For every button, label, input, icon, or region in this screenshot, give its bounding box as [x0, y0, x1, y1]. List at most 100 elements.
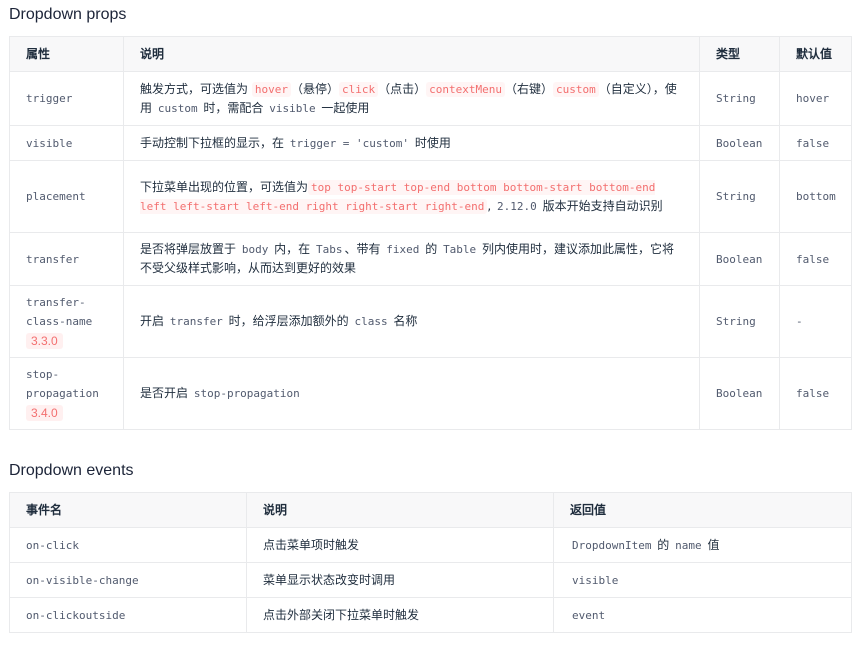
table-row: transfer-class-name 3.3.0 开启 transfer 时，给… [9, 285, 852, 358]
code-token: click [338, 81, 379, 97]
prop-name-text: transfer [26, 252, 79, 266]
inline-code: event [572, 608, 606, 622]
code-token: custom [552, 81, 599, 97]
props-header-desc: 说明 [123, 36, 700, 72]
desc-text: 是否开启 [140, 386, 192, 400]
prop-desc: 开启 transfer 时，给浮层添加额外的 class 名称 [123, 285, 700, 358]
prop-name-text: placement [26, 190, 86, 203]
prop-type: String [699, 285, 780, 358]
desc-text: 开启 [140, 314, 168, 328]
table-row: placement 下拉菜单出现的位置，可选值为 top top-start to… [9, 160, 852, 233]
prop-name: trigger [9, 71, 124, 126]
prop-name-text: trigger [26, 92, 73, 105]
desc-text: 是否将弹层放置于 [140, 242, 240, 256]
desc-text: 版本开始支持自动识别 [538, 198, 663, 213]
prop-default: hover [779, 71, 852, 126]
prop-name: transfer-class-name 3.3.0 [9, 285, 124, 358]
event-return: DropdownItem 的 name 值 [553, 527, 852, 563]
prop-default: - [779, 285, 852, 358]
inline-code: Tabs [315, 243, 343, 256]
prop-name: placement [9, 160, 124, 233]
props-body: trigger 触发方式，可选值为 hover （悬停） click （点击） cont… [9, 71, 852, 430]
inline-code: DropdownItem [572, 538, 652, 552]
table-row: visible 手动控制下拉框的显示，在 trigger = 'custom' … [9, 125, 852, 161]
props-header-name: 属性 [9, 36, 124, 72]
table-row: stop-propagation 3.4.0 是否开启 stop-propagat… [9, 357, 852, 430]
events-header-desc: 说明 [246, 492, 554, 528]
desc-text: 一起使用 [317, 100, 370, 115]
prop-name-text: stop-propagation [26, 367, 99, 400]
inline-code: visible [572, 573, 619, 587]
prop-default: bottom [779, 160, 852, 233]
code-token: hover [251, 81, 291, 97]
desc-text: , [487, 198, 496, 213]
prop-desc: 手动控制下拉框的显示，在 trigger = 'custom' 时使用 [123, 125, 700, 161]
inline-code: fixed [386, 243, 420, 256]
props-table: 属性 说明 类型 默认值 trigger 触发方式，可选值为 hover （悬停）… [9, 36, 852, 430]
event-name: on-visible-change [9, 562, 247, 598]
event-name: on-clickoutside [9, 597, 247, 633]
props-header-row: 属性 说明 类型 默认值 [9, 36, 852, 72]
prop-type: Boolean [699, 357, 780, 430]
prop-desc: 是否开启 stop-propagation [123, 357, 700, 430]
event-desc: 点击外部关闭下拉菜单时触发 [246, 597, 554, 633]
prop-default: false [779, 232, 852, 286]
prop-type: Boolean [699, 125, 780, 161]
table-row: trigger 触发方式，可选值为 hover （悬停） click （点击） cont… [9, 71, 852, 126]
prop-default: false [779, 357, 852, 430]
prop-type: String [699, 160, 780, 233]
desc-text: 名称 [389, 314, 418, 328]
inline-code: body [241, 243, 269, 256]
prop-name: visible [9, 125, 124, 161]
version-badge: 3.4.0 [26, 404, 63, 421]
desc-text: 内，在 [270, 242, 314, 256]
prop-type: Boolean [699, 232, 780, 286]
event-return: event [553, 597, 852, 633]
inline-code: Table [443, 243, 477, 256]
prop-name-text: transfer-class-name [26, 295, 93, 328]
desc-text: （点击） [378, 81, 427, 96]
props-heading: Dropdown props [9, 6, 127, 23]
prop-desc: 是否将弹层放置于 body 内，在 Tabs 、带有 fixed 的 Table … [123, 232, 700, 286]
desc-text: 时，需配合 [199, 100, 268, 115]
events-header-row: 事件名 说明 返回值 [9, 492, 852, 528]
desc-text: 的 [653, 537, 674, 552]
event-name: on-click [9, 527, 247, 563]
inline-code: transfer [169, 315, 223, 328]
prop-name: transfer [9, 232, 124, 286]
desc-text: 值 [703, 537, 720, 552]
page: Dropdown props 属性 说明 类型 默认值 trigger 触发方式… [0, 0, 863, 668]
inline-code: custom [157, 101, 198, 115]
events-header-return: 返回值 [553, 492, 852, 528]
table-row: on-clickoutside 点击外部关闭下拉菜单时触发 event [9, 597, 852, 633]
table-row: transfer 是否将弹层放置于 body 内，在 Tabs 、带有 fixed… [9, 232, 852, 286]
desc-text: 时，给浮层添加额外的 [224, 314, 353, 328]
table-row: on-click 点击菜单项时触发 DropdownItem 的 name 值 [9, 527, 852, 563]
desc-text: （右键） [504, 81, 553, 96]
desc-text: （悬停） [290, 81, 339, 96]
prop-name-text: visible [26, 136, 73, 150]
inline-code: visible [269, 101, 316, 115]
prop-default: false [779, 125, 852, 161]
prop-desc: 下拉菜单出现的位置，可选值为 top top-start top-end bott… [123, 160, 700, 233]
prop-type: String [699, 71, 780, 126]
desc-text: 触发方式，可选值为 [140, 81, 252, 96]
inline-code: trigger = 'custom' [289, 136, 410, 150]
table-row: on-visible-change 菜单显示状态改变时调用 visible [9, 562, 852, 598]
inline-code: stop-propagation [193, 387, 300, 400]
prop-desc: 触发方式，可选值为 hover （悬停） click （点击） contextMenu （… [123, 71, 700, 126]
props-header-type: 类型 [699, 36, 780, 72]
event-desc: 点击菜单项时触发 [246, 527, 554, 563]
desc-text: 、带有 [344, 242, 385, 256]
prop-name: stop-propagation 3.4.0 [9, 357, 124, 430]
version-badge: 3.3.0 [26, 332, 63, 349]
events-header-name: 事件名 [9, 492, 247, 528]
inline-code: 2.12.0 [497, 199, 537, 213]
inline-code: name [675, 538, 702, 552]
desc-text: 的 [421, 242, 442, 256]
events-table: 事件名 说明 返回值 on-click 点击菜单项时触发 DropdownIte… [9, 492, 852, 633]
desc-text: 手动控制下拉框的显示，在 [140, 135, 288, 150]
desc-text: 时使用 [411, 135, 451, 150]
desc-text: 下拉菜单出现的位置，可选值为 [140, 179, 309, 194]
events-heading: Dropdown events [9, 462, 134, 479]
